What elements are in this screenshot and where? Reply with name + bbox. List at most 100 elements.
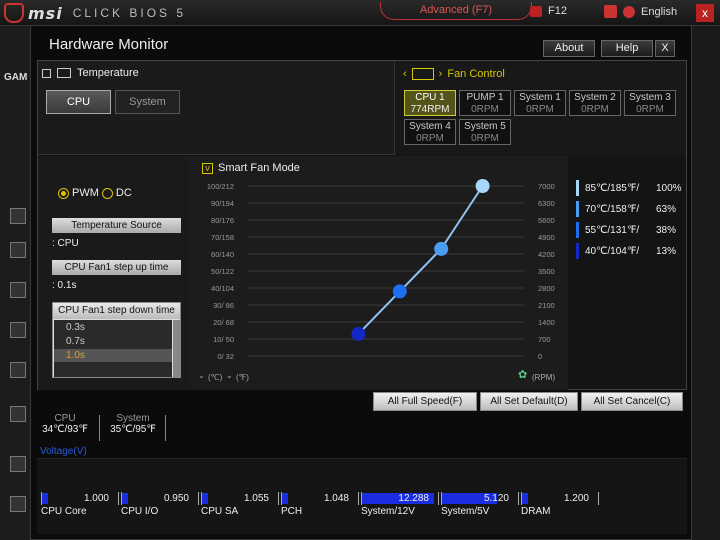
about-button[interactable]: About xyxy=(543,40,595,57)
pwm-radio[interactable] xyxy=(58,187,69,199)
help-button[interactable]: Help xyxy=(601,40,653,57)
help-icon[interactable] xyxy=(10,362,26,378)
fan-point-temp: 85℃/185℉/ xyxy=(585,182,640,194)
divider xyxy=(99,415,100,441)
msi-shield-icon xyxy=(4,3,24,23)
fan-button-system-1[interactable]: System 1 0RPM xyxy=(514,90,566,116)
fan-info-icon[interactable] xyxy=(10,322,26,338)
y-axis-tick-label: 100/212 xyxy=(207,182,234,191)
fan-button-system-4[interactable]: System 4 0RPM xyxy=(404,119,456,145)
fan-point-color-swatch xyxy=(576,222,579,238)
rpm-unit-label: (RPM) xyxy=(532,373,556,382)
all-set-default-button[interactable]: All Set Default(D) xyxy=(480,392,578,411)
hardware-monitor-dialog: Hardware Monitor About Help X Temperatur… xyxy=(30,25,692,540)
memory-icon[interactable] xyxy=(10,242,26,258)
close-button[interactable]: X xyxy=(655,40,675,57)
voltage-cpu-io: 0.950 CPU I/O xyxy=(121,492,201,517)
dropdown-option-selected[interactable]: 1.0s xyxy=(54,349,172,362)
voltage-name: DRAM xyxy=(521,506,551,517)
usb-icon[interactable] xyxy=(10,496,26,512)
fan-button-system-5[interactable]: System 5 0RPM xyxy=(459,119,511,145)
fan-point-temp: 40℃/104℉/ xyxy=(585,245,640,257)
storage-icon[interactable] xyxy=(10,282,26,298)
voltage-name: PCH xyxy=(281,506,303,517)
divider xyxy=(165,415,166,441)
fan-curve-chart[interactable]: 100/212 700090/194 630080/176 560070/158 490… xyxy=(188,156,568,390)
voltage-cpu-sa: 1.055 CPU SA xyxy=(201,492,281,517)
rpm-axis-tick-label: 2100 xyxy=(538,301,555,310)
cpu-icon[interactable] xyxy=(10,208,26,224)
fan-curve-line xyxy=(357,185,484,335)
fan-button-cpu-1[interactable]: CPU 1 774RPM xyxy=(404,90,456,116)
fan-button-system-3[interactable]: System 3 0RPM xyxy=(624,90,676,116)
fan-point-percent: 63% xyxy=(656,203,677,215)
globe-icon xyxy=(623,5,635,18)
voltage-name: CPU SA xyxy=(201,506,239,517)
y-axis-tick-label: 80/176 xyxy=(211,216,234,225)
tab-system[interactable]: System xyxy=(115,90,180,114)
voltage-fill xyxy=(522,493,529,504)
rpm-axis-tick-label: 1400 xyxy=(538,318,555,327)
chevron-left-icon[interactable]: ‹ xyxy=(403,68,407,80)
fan-curve-point[interactable] xyxy=(392,284,407,299)
system-temp-label: System xyxy=(116,413,150,424)
rpm-axis-tick-label: 6300 xyxy=(538,199,555,208)
voltage-pch: 1.048 PCH xyxy=(281,492,361,517)
step-down-time-dropdown[interactable]: CPU Fan1 step down time 0.3s 0.7s 1.0s xyxy=(52,302,181,378)
collapse-icon[interactable] xyxy=(42,68,51,78)
voltage-bar: 5.120 xyxy=(441,492,519,505)
voltage-fill xyxy=(122,493,129,504)
fan-control-label: Fan Control xyxy=(447,68,505,80)
fan-button-system-2[interactable]: System 2 0RPM xyxy=(569,90,621,116)
fan-name: System 5 xyxy=(464,121,506,132)
advanced-mode-button[interactable]: Advanced (F7) xyxy=(380,2,532,20)
fan-icon: ✿ xyxy=(518,369,528,381)
dropdown-option[interactable]: 0.7s xyxy=(54,335,172,348)
thermometer-icon-f: ⌄ xyxy=(226,371,233,380)
fan-control-icon xyxy=(411,68,434,80)
fan-rpm: 0RPM xyxy=(471,104,499,115)
network-icon[interactable] xyxy=(10,456,26,472)
cpu-temperature-readout: CPU 34℃/93℉ xyxy=(33,413,97,445)
game-boost-label: GAM xyxy=(4,72,28,83)
tab-cpu[interactable]: CPU xyxy=(46,90,111,114)
all-full-speed-button[interactable]: All Full Speed(F) xyxy=(373,392,477,411)
rpm-axis-tick-label: 7000 xyxy=(538,182,555,191)
dropdown-option[interactable]: 0.3s xyxy=(54,321,172,334)
bios-left-strip: GAM EZ xyxy=(0,26,32,540)
monitor-icon[interactable] xyxy=(10,406,26,422)
fan-button-pump-1[interactable]: PUMP 1 0RPM xyxy=(459,90,511,116)
bios-close-button[interactable]: x xyxy=(696,4,714,22)
fan-curve-point[interactable] xyxy=(351,326,366,341)
fan-point-percent: 13% xyxy=(656,245,677,257)
dropdown-scrollbar[interactable] xyxy=(173,320,180,377)
fan-point-color-swatch xyxy=(576,201,579,217)
language-button[interactable]: English xyxy=(604,5,677,18)
y-axis-tick-label: 40/104 xyxy=(211,284,234,293)
temperature-source-button[interactable]: Temperature Source xyxy=(52,218,181,233)
screenshot-button[interactable]: F12 xyxy=(530,5,567,17)
monitor-panel: Temperature CPU System ‹ › Fan Control C… xyxy=(37,60,687,390)
fan-name: PUMP 1 xyxy=(466,92,504,103)
fan-control-section: ‹ › Fan Control CPU 1 774RPM PUMP 1 0RPM… xyxy=(394,61,686,155)
fan-point-row: 40℃/104℉/ 13% xyxy=(576,243,676,259)
fan-rpm: 0RPM xyxy=(416,133,444,144)
all-set-cancel-button[interactable]: All Set Cancel(C) xyxy=(581,392,683,411)
chevron-right-icon[interactable]: › xyxy=(439,68,443,80)
step-up-time-button[interactable]: CPU Fan1 step up time xyxy=(52,260,181,275)
fan-curve-point[interactable] xyxy=(475,179,490,193)
fan-mode-selector: PWM DC xyxy=(58,187,132,199)
voltage-bar: 1.200 xyxy=(521,492,599,505)
fan-curve-point[interactable] xyxy=(434,241,449,256)
fan-point-color-swatch xyxy=(576,243,579,259)
fan-rpm: 774RPM xyxy=(410,104,450,115)
fan-rpm: 0RPM xyxy=(636,104,664,115)
fan-point-legend: 85℃/185℉/ 100% 70℃/158℉/ 63% 55℃/131℉/ 3… xyxy=(568,156,686,390)
fan-settings: PWM DC Temperature Source : CPU CPU Fan1… xyxy=(38,156,188,390)
voltage-value: 1.200 xyxy=(563,493,589,504)
fan-name: System 4 xyxy=(409,121,451,132)
dc-radio[interactable] xyxy=(101,187,113,199)
fan-name: CPU 1 xyxy=(415,92,445,103)
fahrenheit-unit-label: (℉) xyxy=(236,373,249,382)
temperature-icon xyxy=(57,68,71,78)
